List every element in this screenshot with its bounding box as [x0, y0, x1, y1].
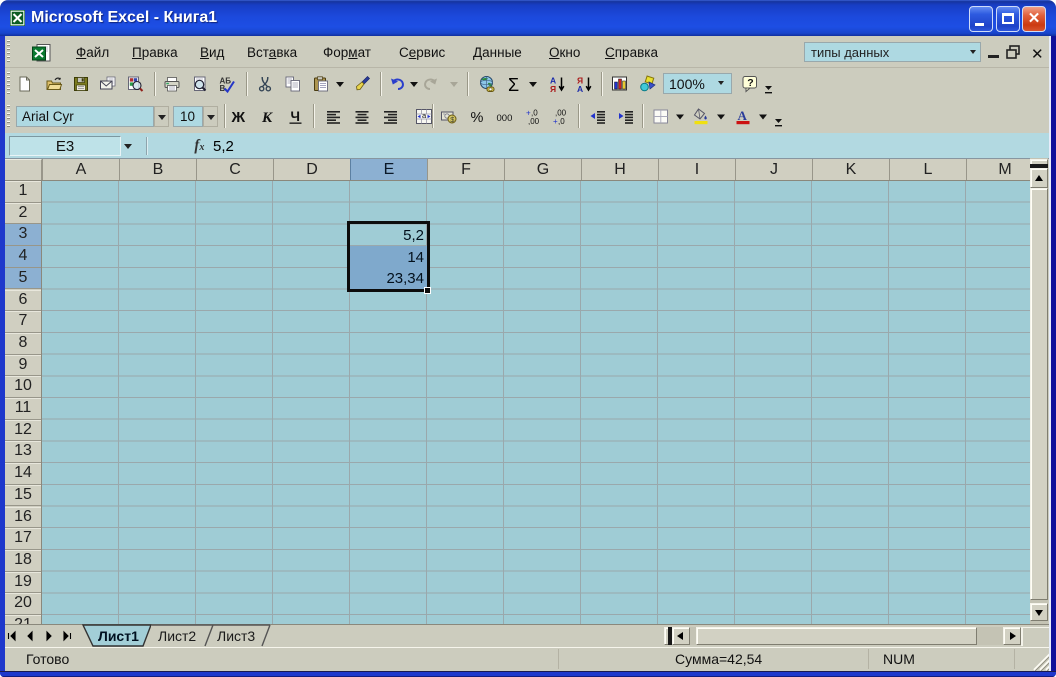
- svg-text:A: A: [738, 108, 748, 123]
- svg-text:К: К: [261, 110, 273, 126]
- svg-text:,0: ,0: [558, 117, 565, 126]
- svg-text:?: ?: [747, 77, 753, 89]
- svg-text:Я: Я: [550, 84, 556, 94]
- svg-text:,00: ,00: [528, 117, 540, 126]
- svg-text:Σ: Σ: [508, 75, 519, 95]
- svg-text:Лист3: Лист3: [217, 628, 255, 644]
- svg-text:Ч: Ч: [291, 109, 301, 124]
- svg-text:Лист2: Лист2: [158, 628, 196, 644]
- svg-text:Лист1: Лист1: [98, 628, 139, 644]
- svg-text:000: 000: [497, 113, 513, 124]
- svg-text:А: А: [577, 84, 583, 94]
- svg-text:%: %: [471, 110, 484, 126]
- svg-text:Ж: Ж: [231, 109, 246, 126]
